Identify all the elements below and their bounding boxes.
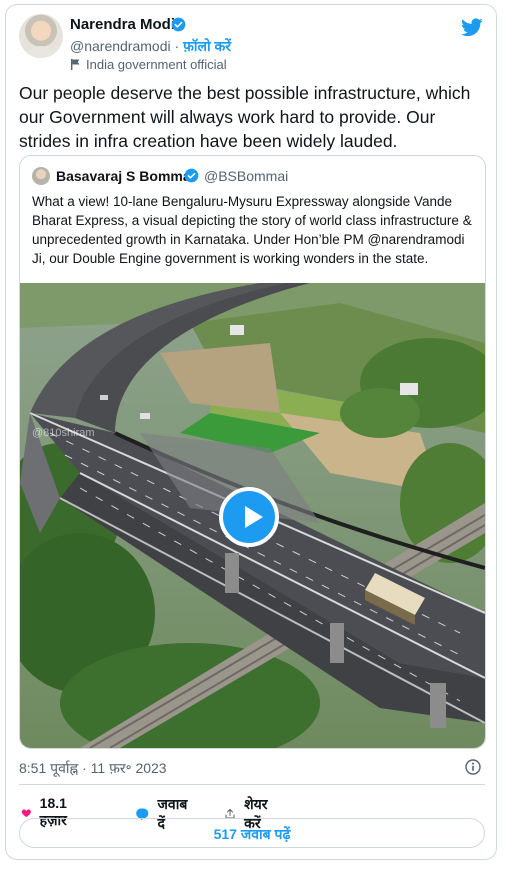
government-label: India government official [70, 57, 227, 72]
verified-badge-icon [184, 168, 199, 183]
government-flag-icon [71, 59, 80, 70]
handle-separator: · [170, 38, 184, 54]
quoted-author-name[interactable]: Basavaraj S Bommai [56, 168, 195, 184]
follow-button[interactable]: फ़ॉलो करें [183, 38, 231, 54]
author-handle[interactable]: @narendramodi [70, 38, 171, 54]
quoted-tweet-text: What a view! 10-lane Bengaluru-Mysuru Ex… [32, 194, 472, 266]
read-replies-button[interactable]: 517 जवाब पढ़ें [19, 818, 485, 848]
tweet-timestamp[interactable]: 8:51 पूर्वाह्न · 11 फ़र॰ 2023 [19, 759, 167, 778]
divider [19, 784, 485, 785]
government-label-text: India government official [86, 57, 227, 72]
quoted-author-handle[interactable]: @BSBommai [204, 168, 288, 184]
media-watermark: @810shiram [32, 427, 95, 439]
twitter-bird-icon[interactable] [461, 18, 483, 37]
quoted-author-avatar[interactable] [32, 167, 50, 185]
author-name[interactable]: Narendra Modi [70, 16, 175, 33]
tweet-text: Our people deserve the best possible inf… [19, 83, 471, 151]
author-handle-row: @narendramodi · फ़ॉलो करें [70, 37, 231, 56]
verified-badge-icon [171, 17, 186, 32]
quoted-tweet[interactable]: Basavaraj S Bommai @BSBommai What a view… [19, 155, 486, 749]
play-button[interactable] [219, 487, 279, 547]
tweet-card: Narendra Modi @narendramodi · फ़ॉलो करें… [5, 4, 497, 860]
author-avatar[interactable] [19, 14, 63, 58]
info-icon[interactable] [465, 759, 481, 775]
